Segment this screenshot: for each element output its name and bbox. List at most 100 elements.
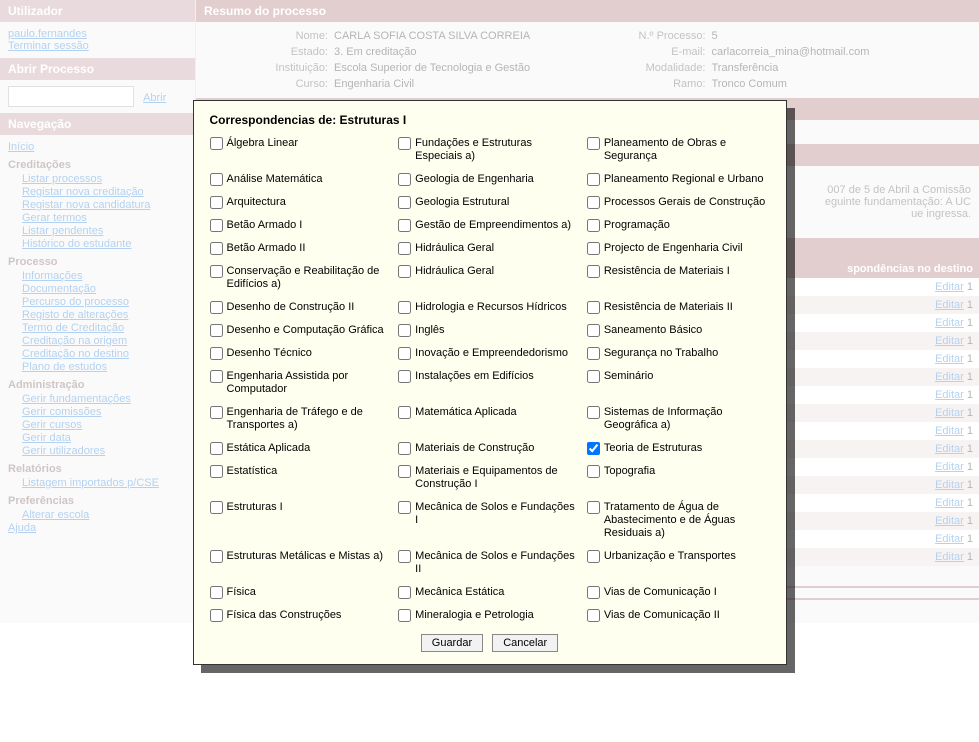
- subject-checkbox[interactable]: [398, 609, 411, 622]
- subject-checkbox-cell[interactable]: Mecânica de Solos e Fundações I: [398, 501, 581, 540]
- subject-checkbox-cell[interactable]: Betão Armado II: [210, 242, 393, 255]
- subject-checkbox-cell[interactable]: Betão Armado I: [210, 219, 393, 232]
- subject-checkbox-cell[interactable]: Segurança no Trabalho: [587, 347, 770, 360]
- subject-checkbox-cell[interactable]: Mecânica Estática: [398, 586, 581, 599]
- subject-checkbox-cell[interactable]: Hidráulica Geral: [398, 242, 581, 255]
- subject-checkbox[interactable]: [587, 137, 600, 150]
- subject-checkbox-cell[interactable]: Planeamento de Obras e Segurança: [587, 137, 770, 163]
- subject-checkbox[interactable]: [398, 196, 411, 209]
- subject-checkbox[interactable]: [587, 347, 600, 360]
- subject-checkbox-cell[interactable]: Materiais de Construção: [398, 442, 581, 455]
- subject-checkbox[interactable]: [210, 370, 223, 383]
- subject-checkbox-cell[interactable]: Geologia Estrutural: [398, 196, 581, 209]
- subject-checkbox[interactable]: [587, 265, 600, 278]
- subject-checkbox-cell[interactable]: Topografia: [587, 465, 770, 491]
- subject-checkbox-cell[interactable]: Urbanização e Transportes: [587, 550, 770, 576]
- subject-checkbox[interactable]: [210, 324, 223, 337]
- subject-checkbox[interactable]: [210, 347, 223, 360]
- subject-checkbox-cell[interactable]: Mineralogia e Petrologia: [398, 609, 581, 622]
- subject-checkbox[interactable]: [587, 406, 600, 419]
- subject-checkbox[interactable]: [587, 586, 600, 599]
- subject-checkbox-cell[interactable]: Teoria de Estruturas: [587, 442, 770, 455]
- subject-checkbox-cell[interactable]: Física: [210, 586, 393, 599]
- subject-checkbox[interactable]: [587, 242, 600, 255]
- subject-checkbox[interactable]: [210, 173, 223, 186]
- subject-checkbox-cell[interactable]: Vias de Comunicação I: [587, 586, 770, 599]
- subject-checkbox[interactable]: [210, 501, 223, 514]
- subject-checkbox[interactable]: [587, 550, 600, 563]
- subject-checkbox-cell[interactable]: Estatística: [210, 465, 393, 491]
- subject-checkbox[interactable]: [587, 219, 600, 232]
- subject-checkbox-cell[interactable]: Estática Aplicada: [210, 442, 393, 455]
- subject-checkbox[interactable]: [587, 370, 600, 383]
- subject-checkbox-cell[interactable]: Álgebra Linear: [210, 137, 393, 163]
- subject-checkbox[interactable]: [210, 550, 223, 563]
- subject-checkbox-cell[interactable]: Geologia de Engenharia: [398, 173, 581, 186]
- subject-checkbox[interactable]: [210, 219, 223, 232]
- subject-checkbox-cell[interactable]: Planeamento Regional e Urbano: [587, 173, 770, 186]
- subject-checkbox-cell[interactable]: Fundações e Estruturas Especiais a): [398, 137, 581, 163]
- subject-checkbox[interactable]: [398, 173, 411, 186]
- subject-checkbox-cell[interactable]: Estruturas I: [210, 501, 393, 540]
- subject-checkbox-cell[interactable]: Desenho Técnico: [210, 347, 393, 360]
- subject-checkbox-cell[interactable]: Estruturas Metálicas e Mistas a): [210, 550, 393, 576]
- cancel-button[interactable]: Cancelar: [492, 634, 558, 652]
- subject-checkbox-cell[interactable]: Tratamento de Água de Abastecimento e de…: [587, 501, 770, 540]
- subject-checkbox-cell[interactable]: Arquitectura: [210, 196, 393, 209]
- subject-checkbox-cell[interactable]: Conservação e Reabilitação de Edifícios …: [210, 265, 393, 291]
- subject-checkbox-cell[interactable]: Física das Construções: [210, 609, 393, 622]
- subject-checkbox-cell[interactable]: Gestão de Empreendimentos a): [398, 219, 581, 232]
- subject-checkbox[interactable]: [398, 406, 411, 419]
- subject-checkbox-cell[interactable]: Instalações em Edifícios: [398, 370, 581, 396]
- subject-checkbox-cell[interactable]: Hidráulica Geral: [398, 265, 581, 291]
- subject-checkbox[interactable]: [398, 242, 411, 255]
- subject-checkbox[interactable]: [210, 442, 223, 455]
- subject-checkbox[interactable]: [587, 196, 600, 209]
- subject-checkbox-cell[interactable]: Inglês: [398, 324, 581, 337]
- subject-checkbox[interactable]: [398, 265, 411, 278]
- subject-checkbox[interactable]: [398, 442, 411, 455]
- subject-checkbox[interactable]: [210, 609, 223, 622]
- subject-checkbox[interactable]: [587, 609, 600, 622]
- subject-checkbox-cell[interactable]: Desenho de Construção II: [210, 301, 393, 314]
- subject-checkbox[interactable]: [587, 324, 600, 337]
- subject-checkbox-cell[interactable]: Engenharia de Tráfego e de Transportes a…: [210, 406, 393, 432]
- subject-checkbox[interactable]: [210, 465, 223, 478]
- subject-checkbox[interactable]: [210, 586, 223, 599]
- subject-checkbox-cell[interactable]: Desenho e Computação Gráfica: [210, 324, 393, 337]
- subject-checkbox-cell[interactable]: Programação: [587, 219, 770, 232]
- subject-checkbox[interactable]: [210, 301, 223, 314]
- subject-checkbox-cell[interactable]: Resistência de Materiais II: [587, 301, 770, 314]
- subject-checkbox[interactable]: [210, 196, 223, 209]
- subject-checkbox[interactable]: [398, 347, 411, 360]
- subject-checkbox[interactable]: [398, 586, 411, 599]
- subject-checkbox-cell[interactable]: Mecânica de Solos e Fundações II: [398, 550, 581, 576]
- subject-checkbox-cell[interactable]: Engenharia Assistida por Computador: [210, 370, 393, 396]
- subject-checkbox[interactable]: [398, 301, 411, 314]
- subject-checkbox-cell[interactable]: Processos Gerais de Construção: [587, 196, 770, 209]
- subject-checkbox[interactable]: [398, 370, 411, 383]
- subject-checkbox-cell[interactable]: Inovação e Empreendedorismo: [398, 347, 581, 360]
- subject-checkbox[interactable]: [398, 465, 411, 478]
- subject-checkbox[interactable]: [210, 137, 223, 150]
- subject-checkbox[interactable]: [398, 324, 411, 337]
- subject-checkbox-cell[interactable]: Hidrologia e Recursos Hídricos: [398, 301, 581, 314]
- subject-checkbox[interactable]: [398, 137, 411, 150]
- subject-checkbox-cell[interactable]: Saneamento Básico: [587, 324, 770, 337]
- subject-checkbox[interactable]: [587, 501, 600, 514]
- subject-checkbox[interactable]: [587, 465, 600, 478]
- subject-checkbox-cell[interactable]: Sistemas de Informação Geográfica a): [587, 406, 770, 432]
- subject-checkbox-cell[interactable]: Seminário: [587, 370, 770, 396]
- subject-checkbox-cell[interactable]: Projecto de Engenharia Civil: [587, 242, 770, 255]
- subject-checkbox[interactable]: [210, 242, 223, 255]
- subject-checkbox[interactable]: [398, 219, 411, 232]
- save-button[interactable]: Guardar: [421, 634, 483, 652]
- subject-checkbox[interactable]: [398, 550, 411, 563]
- subject-checkbox-cell[interactable]: Resistência de Materiais I: [587, 265, 770, 291]
- subject-checkbox[interactable]: [210, 406, 223, 419]
- subject-checkbox[interactable]: [398, 501, 411, 514]
- subject-checkbox[interactable]: [587, 173, 600, 186]
- subject-checkbox[interactable]: [587, 301, 600, 314]
- subject-checkbox[interactable]: [210, 265, 223, 278]
- subject-checkbox[interactable]: [587, 442, 600, 455]
